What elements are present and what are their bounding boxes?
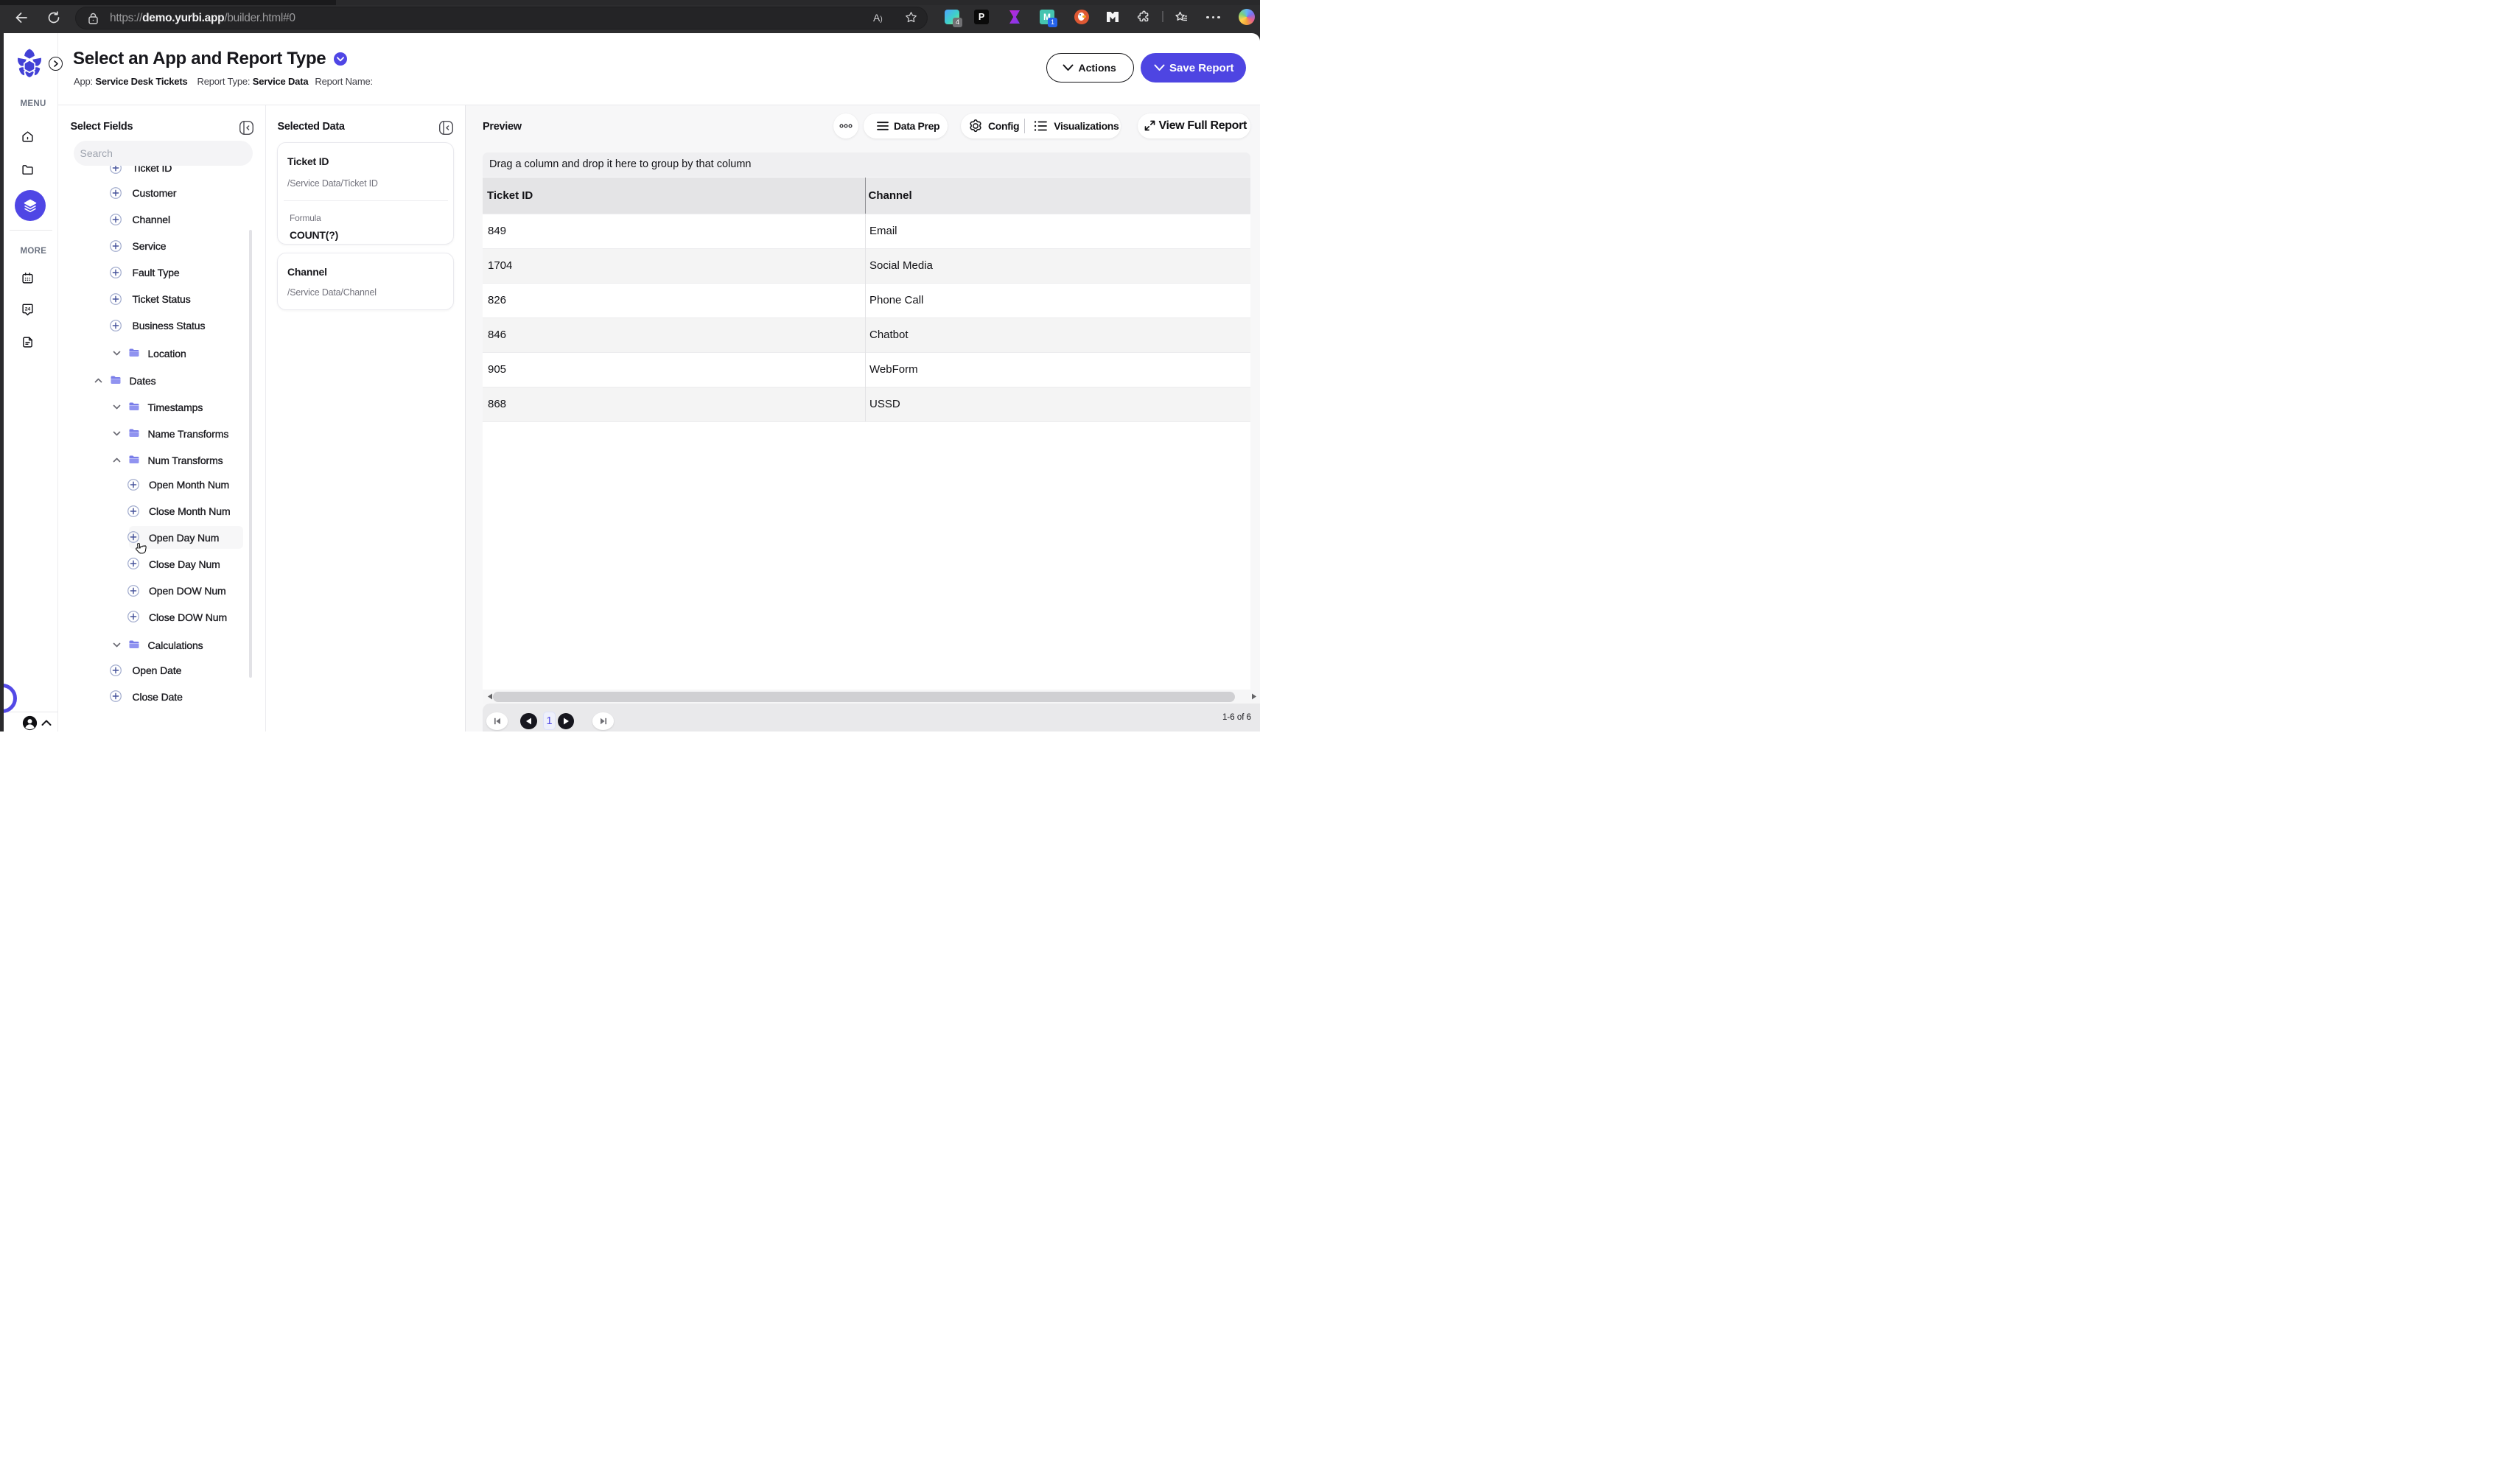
svg-text:24: 24 <box>24 306 30 312</box>
